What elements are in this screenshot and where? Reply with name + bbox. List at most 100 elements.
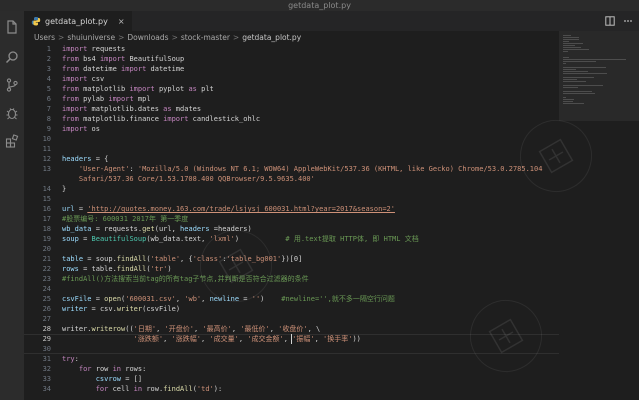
line-number: 33: [42, 375, 51, 383]
code-line[interactable]: 19 soup = BeautifulSoup(wb_data.text, 'lx…: [24, 234, 559, 244]
code-token: mpl: [133, 95, 151, 103]
line-number: 17: [42, 215, 51, 223]
code-token: =: [91, 295, 105, 303]
tab-bar: getdata_plot.py ×: [24, 11, 639, 31]
code-token: writer: [62, 305, 88, 313]
code-line[interactable]: 20: [24, 244, 559, 254]
minimap-line: [563, 51, 568, 52]
code-line[interactable]: 22 rows = table.findAll('tr'): [24, 264, 559, 274]
code-text: csvrow = []: [62, 374, 142, 384]
code-token: table: [62, 255, 84, 263]
code-line[interactable]: 33 csvrow = []: [24, 374, 559, 384]
code-line[interactable]: 23 #findAll()方法搜索当前tag的所有tag子节点,并判断是否符合过滤…: [24, 274, 559, 284]
code-token: matplotlib: [78, 85, 130, 93]
code-line[interactable]: 21 table = soup.findAll('table', {'class'…: [24, 254, 559, 264]
code-token: = []: [121, 375, 143, 383]
code-line[interactable]: 13 'User-Agent': 'Mozilla/5.0 (Windows N…: [24, 164, 559, 174]
breadcrumb-item[interactable]: Downloads: [127, 33, 168, 42]
code-token: requests: [87, 45, 126, 53]
code-line[interactable]: 17 #股票编号: 600031 2017年 第一季度: [24, 214, 559, 224]
code-token: plt: [196, 85, 214, 93]
breadcrumb-item[interactable]: shuiuniverse: [67, 33, 115, 42]
code-line[interactable]: 5 from matplotlib import pyplot as plt: [24, 84, 559, 94]
code-text: try:: [62, 354, 79, 364]
code-line[interactable]: 4 import csv: [24, 74, 559, 84]
code-line[interactable]: 25 csvFile = open('600031.csv', 'wb', new…: [24, 294, 559, 304]
code-text: rows = table.findAll('tr'): [62, 264, 172, 274]
tab-getdata-plot[interactable]: getdata_plot.py ×: [24, 11, 132, 31]
activity-bar: [0, 11, 24, 400]
code-text: writer = csv.writer(csvFile): [62, 304, 180, 314]
code-token: '成交量': [209, 335, 239, 343]
breadcrumb-separator: >: [171, 33, 178, 42]
breadcrumb-item[interactable]: Users: [34, 33, 55, 42]
code-line[interactable]: 18 wb_data = requests.get(url, headers =h…: [24, 224, 559, 234]
line-number: 34: [42, 385, 51, 393]
minimap[interactable]: [559, 31, 639, 400]
code-line[interactable]: 6 from pylab import mpl: [24, 94, 559, 104]
code-line[interactable]: 24: [24, 284, 559, 294]
line-number: 28: [42, 325, 51, 333]
minimap-line: [563, 59, 626, 60]
code-line[interactable]: 2 from bs4 import BeautifulSoup: [24, 54, 559, 64]
code-token: for: [78, 365, 92, 373]
code-line[interactable]: 10: [24, 134, 559, 144]
breadcrumb-file[interactable]: getdata_plot.py: [242, 33, 301, 42]
code-line[interactable]: 12 headers = {: [24, 154, 559, 164]
code-token: ,: [156, 325, 165, 333]
code-line[interactable]: Safari/537.36 Core/1.53.1708.400 QQBrows…: [24, 174, 559, 184]
code-line[interactable]: 11: [24, 144, 559, 154]
minimap-line: [563, 39, 579, 40]
code-token: ,: [201, 295, 210, 303]
code-token: ((: [125, 325, 134, 333]
code-token: (wb_data.text,: [146, 235, 210, 243]
code-token: '最低价': [240, 325, 270, 333]
line-number: 31: [42, 355, 51, 363]
tab-close-icon[interactable]: ×: [118, 17, 125, 26]
code-token: import: [99, 55, 126, 63]
more-actions-icon[interactable]: [623, 16, 633, 26]
breadcrumb: Users > shuiuniverse > Downloads > stock-maste…: [24, 31, 594, 44]
code-line[interactable]: 9 import os: [24, 124, 559, 134]
line-number: 24: [42, 285, 51, 293]
code-line[interactable]: 32 for row in rows:: [24, 364, 559, 374]
code-token: bs4: [78, 55, 100, 63]
minimap-line: [563, 101, 574, 102]
code-line[interactable]: 3 from datetime import datetime: [24, 64, 559, 74]
code-line[interactable]: 1 import requests: [24, 44, 559, 54]
code-token: for: [95, 385, 109, 393]
code-line[interactable]: 34 for cell in row.findAll('td'):: [24, 384, 559, 394]
code-token: import: [62, 75, 88, 83]
files-icon[interactable]: [4, 19, 20, 35]
code-token: ,: [269, 325, 279, 333]
code-token: ,: [163, 335, 172, 343]
debug-icon[interactable]: [4, 105, 20, 121]
code-token: as: [163, 105, 172, 113]
code-line[interactable]: 14}: [24, 184, 559, 194]
line-number: 9: [46, 125, 51, 133]
code-text: url = 'http://quotes.money.163.com/trade…: [62, 204, 395, 214]
code-token: cell: [108, 385, 134, 393]
code-token: Safari/537.36 Core/1.53.1708.400 QQBrows…: [62, 175, 315, 183]
vscode-window: getdata_plot.py getdata_plot.py × Users …: [0, 0, 639, 400]
breadcrumb-item[interactable]: stock-master: [181, 33, 230, 42]
code-token: = table.: [78, 265, 117, 273]
code-line[interactable]: 7 import matplotlib.dates as mdates: [24, 104, 559, 114]
extensions-icon[interactable]: [4, 133, 20, 149]
breadcrumb-separator: >: [118, 33, 125, 42]
code-line[interactable]: 8 from matplotlib.finance import candlest…: [24, 114, 559, 124]
line-number: 21: [42, 255, 51, 263]
minimap-line: [563, 77, 595, 78]
line-number: 12: [42, 155, 51, 163]
line-number: 26: [42, 305, 51, 313]
minimap-line: [563, 41, 569, 42]
code-line[interactable]: 16 url = 'http://quotes.money.163.com/tra…: [24, 204, 559, 214]
split-editor-icon[interactable]: [605, 16, 615, 26]
source-control-icon[interactable]: [4, 77, 20, 93]
minimap-line: [563, 57, 570, 58]
code-token: as: [188, 85, 197, 93]
code-line[interactable]: 15: [24, 194, 559, 204]
search-icon[interactable]: [4, 49, 20, 65]
code-text: import matplotlib.dates as mdates: [62, 104, 201, 114]
code-token: headers: [62, 155, 92, 163]
